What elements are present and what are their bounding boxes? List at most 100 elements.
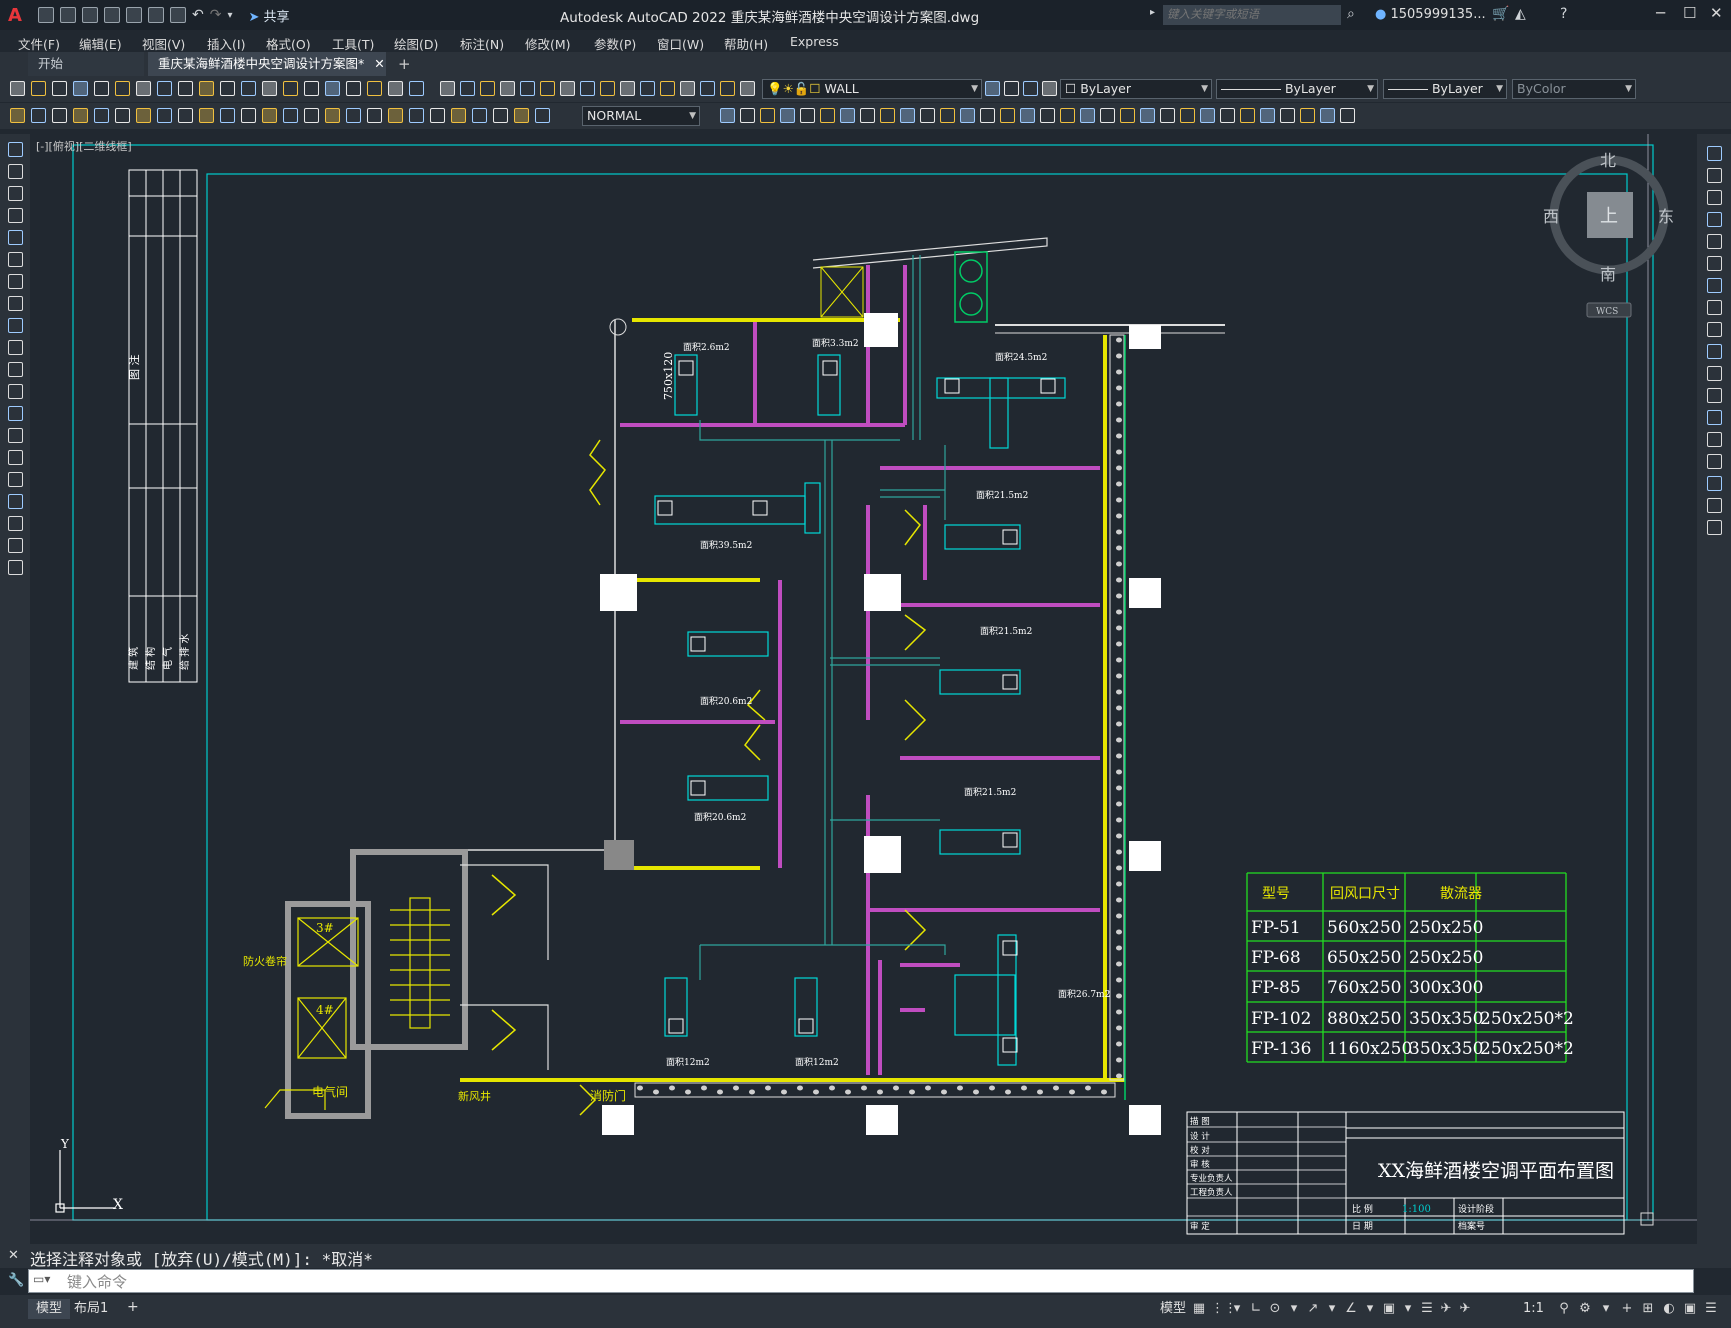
help-icon[interactable]: ? bbox=[1560, 6, 1567, 22]
modify-tool-icon[interactable] bbox=[760, 108, 775, 123]
menu-item-6[interactable]: 绘图(D) bbox=[394, 30, 438, 53]
draw-tool-icon[interactable] bbox=[8, 560, 23, 575]
modify-tool-icon[interactable] bbox=[780, 108, 795, 123]
tab-layout1[interactable]: 布局1 bbox=[66, 1299, 116, 1319]
dimension-tool-icon[interactable] bbox=[115, 108, 130, 123]
search-input[interactable] bbox=[1163, 5, 1341, 25]
customize-wrench-icon[interactable]: 🔧 bbox=[8, 1273, 24, 1288]
menu-item-7[interactable]: 标注(N) bbox=[460, 30, 504, 53]
dimension-tool-icon[interactable] bbox=[136, 108, 151, 123]
match-tool-icon[interactable] bbox=[1004, 81, 1019, 96]
status-toggle-icon[interactable]: ▣ bbox=[1683, 1302, 1697, 1316]
command-prompt-icon[interactable]: ▭▾ bbox=[33, 1272, 50, 1286]
maximize-icon[interactable]: ☐ bbox=[1683, 4, 1696, 22]
save-as-icon[interactable] bbox=[104, 7, 120, 23]
layer-combo[interactable]: 💡☀🔓☐ WALL ▼ bbox=[762, 79, 982, 99]
modify-tool-icon[interactable] bbox=[1100, 108, 1115, 123]
modify-tool-icon[interactable] bbox=[940, 108, 955, 123]
modify-tool-icon[interactable] bbox=[1707, 190, 1722, 205]
draw-tool-icon[interactable] bbox=[8, 230, 23, 245]
status-toggle-icon[interactable]: ▣ bbox=[1382, 1302, 1396, 1316]
standard-tool-icon[interactable] bbox=[346, 81, 361, 96]
status-toggle-icon[interactable]: ⊙ bbox=[1268, 1302, 1282, 1316]
match-tool-icon[interactable] bbox=[985, 81, 1000, 96]
menu-item-12[interactable]: Express bbox=[790, 30, 839, 49]
status-toggle-icon[interactable]: ◐ bbox=[1662, 1302, 1676, 1316]
save-icon[interactable] bbox=[82, 7, 98, 23]
standard-tool-icon[interactable] bbox=[325, 81, 340, 96]
draw-tool-icon[interactable] bbox=[8, 340, 23, 355]
menu-item-0[interactable]: 文件(F) bbox=[18, 30, 60, 53]
dimension-tool-icon[interactable] bbox=[451, 108, 466, 123]
dimension-tool-icon[interactable] bbox=[178, 108, 193, 123]
standard-tool-icon[interactable] bbox=[409, 81, 424, 96]
layer-tool-icon[interactable] bbox=[720, 81, 735, 96]
modify-tool-icon[interactable] bbox=[1707, 344, 1722, 359]
modify-tool-icon[interactable] bbox=[1320, 108, 1335, 123]
status-toggle-icon[interactable]: ∟ bbox=[1249, 1302, 1263, 1316]
layer-tool-icon[interactable] bbox=[740, 81, 755, 96]
modify-tool-icon[interactable] bbox=[1707, 476, 1722, 491]
modify-tool-icon[interactable] bbox=[1340, 108, 1355, 123]
dimension-tool-icon[interactable] bbox=[430, 108, 445, 123]
dimension-tool-icon[interactable] bbox=[52, 108, 67, 123]
menu-item-3[interactable]: 插入(I) bbox=[207, 30, 245, 53]
draw-tool-icon[interactable] bbox=[8, 472, 23, 487]
publish-icon[interactable] bbox=[148, 7, 164, 23]
status-toggle-icon[interactable]: ▾ bbox=[1401, 1302, 1415, 1316]
menu-item-11[interactable]: 帮助(H) bbox=[724, 30, 768, 53]
close-command-icon[interactable]: ✕ bbox=[8, 1248, 19, 1263]
status-toggle-icon[interactable]: ∠ bbox=[1344, 1302, 1358, 1316]
draw-tool-icon[interactable] bbox=[8, 274, 23, 289]
layer-tool-icon[interactable] bbox=[640, 81, 655, 96]
modify-tool-icon[interactable] bbox=[1707, 520, 1722, 535]
modify-tool-icon[interactable] bbox=[820, 108, 835, 123]
viewcube-south[interactable]: 南 bbox=[1600, 265, 1616, 284]
draw-tool-icon[interactable] bbox=[8, 450, 23, 465]
dimension-tool-icon[interactable] bbox=[409, 108, 424, 123]
dimension-tool-icon[interactable] bbox=[157, 108, 172, 123]
dimension-tool-icon[interactable] bbox=[493, 108, 508, 123]
modify-tool-icon[interactable] bbox=[1707, 278, 1722, 293]
close-icon[interactable]: ✕ bbox=[1710, 4, 1723, 22]
modify-tool-icon[interactable] bbox=[1000, 108, 1015, 123]
modify-tool-icon[interactable] bbox=[840, 108, 855, 123]
menu-item-4[interactable]: 格式(O) bbox=[266, 30, 311, 53]
add-layout-icon[interactable]: + bbox=[127, 1299, 139, 1315]
modify-tool-icon[interactable] bbox=[1200, 108, 1215, 123]
layer-tool-icon[interactable] bbox=[460, 81, 475, 96]
draw-tool-icon[interactable] bbox=[8, 406, 23, 421]
standard-tool-icon[interactable] bbox=[199, 81, 214, 96]
dimstyle-combo[interactable]: NORMAL ▼ bbox=[582, 106, 700, 126]
modify-tool-icon[interactable] bbox=[1040, 108, 1055, 123]
menu-item-2[interactable]: 视图(V) bbox=[142, 30, 185, 53]
dimension-tool-icon[interactable] bbox=[31, 108, 46, 123]
layer-tool-icon[interactable] bbox=[440, 81, 455, 96]
modify-tool-icon[interactable] bbox=[740, 108, 755, 123]
menu-item-8[interactable]: 修改(M) bbox=[525, 30, 571, 53]
layer-tool-icon[interactable] bbox=[680, 81, 695, 96]
status-toggle-icon[interactable]: ☰ bbox=[1420, 1302, 1434, 1316]
dimension-tool-icon[interactable] bbox=[73, 108, 88, 123]
dimension-tool-icon[interactable] bbox=[346, 108, 361, 123]
standard-tool-icon[interactable] bbox=[73, 81, 88, 96]
draw-tool-icon[interactable] bbox=[8, 384, 23, 399]
draw-tool-icon[interactable] bbox=[8, 494, 23, 509]
modify-tool-icon[interactable] bbox=[1707, 498, 1722, 513]
modify-tool-icon[interactable] bbox=[1707, 168, 1722, 183]
qat-dropdown-icon[interactable]: ▾ bbox=[227, 10, 232, 21]
standard-tool-icon[interactable] bbox=[136, 81, 151, 96]
modify-tool-icon[interactable] bbox=[1707, 366, 1722, 381]
modify-tool-icon[interactable] bbox=[1260, 108, 1275, 123]
layer-tool-icon[interactable] bbox=[500, 81, 515, 96]
modify-tool-icon[interactable] bbox=[1707, 146, 1722, 161]
new-tab-icon[interactable]: + bbox=[398, 55, 411, 73]
standard-tool-icon[interactable] bbox=[10, 81, 25, 96]
viewport-controls[interactable]: [-][俯视][二维线框] bbox=[36, 138, 132, 154]
modify-tool-icon[interactable] bbox=[1120, 108, 1135, 123]
standard-tool-icon[interactable] bbox=[157, 81, 172, 96]
modify-tool-icon[interactable] bbox=[1160, 108, 1175, 123]
viewcube-west[interactable]: 西 bbox=[1543, 207, 1559, 226]
status-toggle-icon[interactable]: ⚙ bbox=[1578, 1302, 1592, 1316]
draw-tool-icon[interactable] bbox=[8, 538, 23, 553]
